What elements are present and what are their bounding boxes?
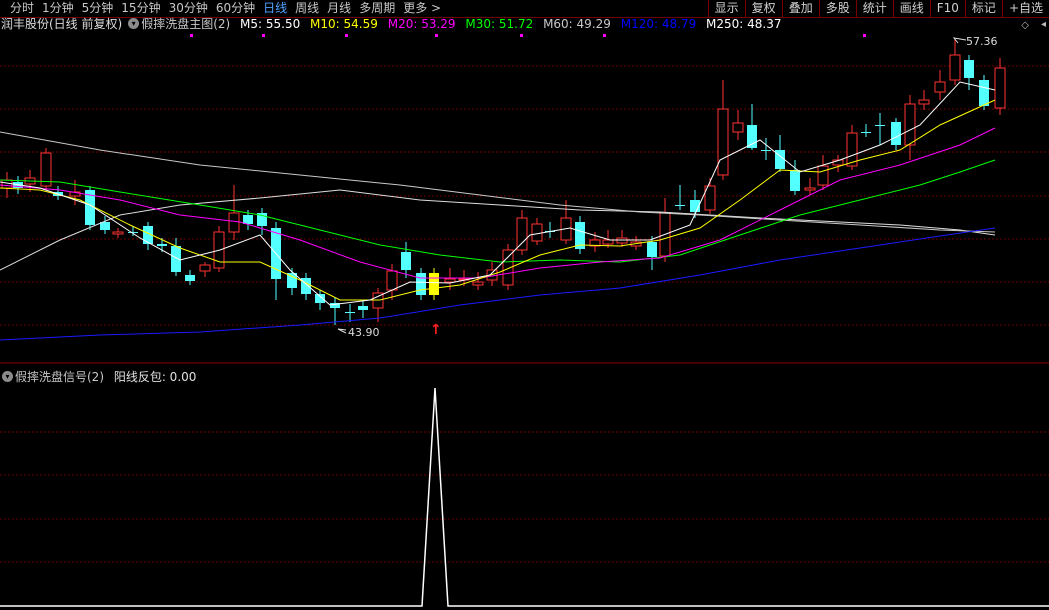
ma20-label: M20: 53.29 (387, 17, 456, 31)
candle-body (964, 60, 974, 78)
candle-body (790, 170, 800, 191)
candle-body (472, 281, 484, 286)
candle-body (717, 108, 729, 176)
top-marker (435, 34, 438, 37)
candle-body (516, 217, 528, 251)
candle-body (185, 275, 195, 281)
ma60-label: M60: 49.29 (543, 17, 611, 31)
top-marker (345, 34, 348, 37)
scroll-right-icon[interactable]: ◂ (1041, 19, 1046, 30)
ma120-line (0, 227, 996, 341)
candle-body (675, 205, 685, 206)
candle-body (934, 81, 946, 93)
candle-body (401, 252, 411, 270)
signal-value-label: 阳线反包: 0.00 (113, 370, 197, 384)
ma60-line (0, 131, 996, 233)
sub-indicator-name[interactable]: 假摔洗盘信号(2) (15, 370, 104, 384)
ma30-label: M30: 51.72 (465, 17, 534, 31)
sub-collapse-icon[interactable]: ▾ (2, 371, 13, 382)
diamond-icon[interactable]: ◇ (1021, 20, 1029, 31)
candle-body (994, 67, 1006, 109)
candle-body (918, 99, 930, 105)
candle-body (429, 273, 439, 295)
candle-body (979, 80, 989, 106)
candle-body (891, 122, 901, 145)
candle-body (861, 132, 871, 133)
candle-body (416, 273, 426, 295)
candle-body (444, 278, 456, 283)
candle-body (112, 231, 124, 235)
signal-up-arrow-icon: ↑ (430, 322, 442, 338)
candle-body (732, 122, 744, 133)
candle-body (949, 54, 961, 81)
indicator-name[interactable]: 假摔洗盘主图(2) (141, 17, 230, 31)
candle-body (875, 125, 885, 126)
candle-body (817, 165, 829, 186)
candle-body (358, 306, 368, 310)
candle-body (804, 187, 816, 191)
candle-body (157, 244, 167, 246)
ma250-label: M250: 48.37 (706, 17, 782, 31)
candle-body (345, 312, 355, 313)
candle-body (386, 270, 398, 291)
collapse-icon[interactable]: ▾ (128, 18, 140, 29)
low-marker (337, 328, 347, 334)
candle-body (904, 103, 916, 146)
ma20-line (0, 127, 996, 279)
top-marker (262, 34, 265, 37)
signal-spike-line (0, 387, 1049, 607)
candle-body (199, 264, 211, 272)
high-price-label: 57.36 (966, 35, 998, 48)
top-marker (190, 34, 193, 37)
top-marker (603, 34, 606, 37)
candle-body (761, 150, 771, 151)
sub-title-row: ▾ 假摔洗盘信号(2) 阳线反包: 0.00 (0, 370, 196, 385)
candle-body (531, 223, 543, 242)
candle-body (243, 215, 253, 224)
ma10-label: M10: 54.59 (310, 17, 378, 31)
stock-title: 润丰股份(日线 前复权) (1, 17, 123, 31)
low-price-label: 43.90 (348, 326, 380, 339)
kline-chart[interactable] (0, 0, 1049, 610)
candle-body (647, 242, 657, 257)
candle-body (315, 294, 325, 303)
candle-body (602, 239, 614, 245)
candle-body (171, 246, 181, 272)
ma30-line (0, 159, 996, 263)
ma5-label: M5: 55.50 (240, 17, 301, 31)
top-marker (863, 34, 866, 37)
ma120-label: M120: 48.79 (620, 17, 697, 31)
main-title-row: 润丰股份(日线 前复权) ▾ 假摔洗盘主图(2) M5: 55.50 M10: 54… (0, 17, 782, 32)
high-marker (952, 37, 967, 44)
top-marker (520, 34, 523, 37)
candle-body (228, 212, 240, 233)
